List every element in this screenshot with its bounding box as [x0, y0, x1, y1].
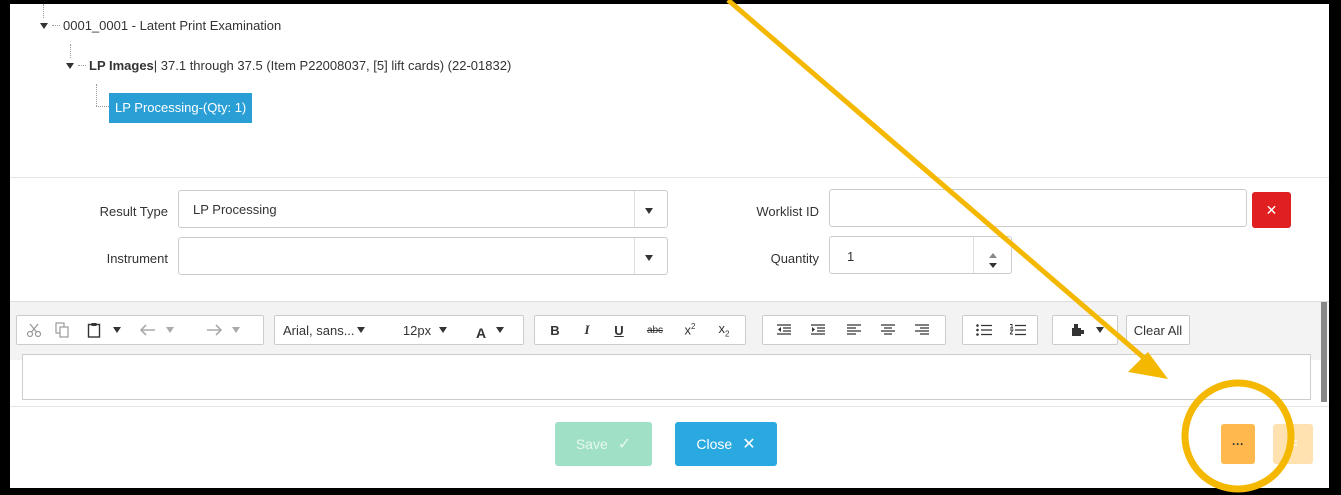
- align-right-icon[interactable]: [907, 316, 937, 344]
- clipboard-group: [16, 315, 264, 345]
- indent-icon[interactable]: [803, 316, 833, 344]
- scrollbar[interactable]: [1321, 302, 1327, 402]
- chevron-down-icon: [645, 208, 653, 214]
- quantity-label: Quantity: [770, 251, 819, 266]
- result-type-label: Result Type: [99, 204, 168, 219]
- tree-node-lp-images-detail: | 37.1 through 37.5 (Item P22008037, [5]…: [153, 58, 512, 73]
- quantity-value: 1: [847, 249, 855, 264]
- format-group: B I U abc x2 x2: [534, 315, 746, 345]
- numbered-list-icon[interactable]: [1003, 316, 1033, 344]
- collapse-arrow-icon[interactable]: [40, 22, 48, 29]
- result-type-value: LP Processing: [193, 202, 277, 217]
- result-type-select[interactable]: LP Processing: [178, 190, 668, 228]
- quantity-stepper[interactable]: 1: [829, 236, 1012, 274]
- close-button[interactable]: Close ✕: [675, 422, 777, 466]
- paste-icon: [87, 323, 101, 338]
- align-left-icon[interactable]: [839, 316, 869, 344]
- cut-icon[interactable]: [21, 316, 47, 344]
- insert-group: [1052, 315, 1118, 345]
- tree-node-lp-processing-selected[interactable]: LP Processing-(Qty: 1): [109, 93, 253, 123]
- underline-button[interactable]: U: [605, 316, 633, 344]
- bold-button[interactable]: B: [541, 316, 569, 344]
- notes-editor[interactable]: [22, 354, 1311, 400]
- worklist-id-label: Worklist ID: [756, 204, 819, 219]
- tree-node-root[interactable]: 0001_0001 - Latent Print Examination: [40, 18, 281, 33]
- italic-button[interactable]: I: [573, 316, 601, 344]
- superscript-icon: x2: [684, 322, 696, 338]
- undo-dropdown[interactable]: [135, 316, 179, 344]
- tree-node-lp-images[interactable]: LP Images | 37.1 through 37.5 (Item P220…: [66, 58, 511, 73]
- insert-dropdown[interactable]: [1059, 316, 1115, 344]
- collapse-arrow-icon[interactable]: [66, 62, 74, 69]
- result-tree: 0001_0001 - Latent Print Examination LP …: [10, 4, 1329, 176]
- align-center-icon[interactable]: [873, 316, 903, 344]
- close-icon: ✕: [742, 436, 756, 453]
- save-button[interactable]: Save ✓: [555, 422, 652, 466]
- instrument-label: Instrument: [106, 251, 168, 266]
- decrement-icon[interactable]: [989, 263, 997, 268]
- redo-icon: [207, 324, 222, 336]
- copy-icon[interactable]: [49, 316, 75, 344]
- editor-toolbar: Arial, sans... 12px A B I U abc x2 x2 Cl…: [10, 301, 1329, 360]
- paste-dropdown[interactable]: [79, 316, 129, 344]
- tree-node-root-label: 0001_0001 - Latent Print Examination: [63, 18, 282, 33]
- font-color-dropdown[interactable]: A: [465, 316, 515, 344]
- list-group: [962, 315, 1038, 345]
- increment-icon[interactable]: [989, 253, 997, 258]
- equals-icon: =: [1288, 435, 1298, 452]
- bulleted-list-icon[interactable]: [969, 316, 999, 344]
- font-family-dropdown[interactable]: Arial, sans...: [283, 316, 383, 344]
- dialog-frame: 0001_0001 - Latent Print Examination LP …: [10, 4, 1329, 488]
- redo-dropdown[interactable]: [201, 316, 245, 344]
- check-icon: ✓: [617, 436, 632, 453]
- worklist-id-input[interactable]: [829, 189, 1247, 227]
- font-group: Arial, sans... 12px A: [274, 315, 524, 345]
- secondary-options-button[interactable]: =: [1273, 424, 1313, 464]
- outdent-icon[interactable]: [769, 316, 799, 344]
- chevron-down-icon: [645, 255, 653, 261]
- alignment-group: [762, 315, 946, 345]
- undo-icon: [140, 324, 155, 336]
- clear-all-button[interactable]: Clear All: [1127, 316, 1189, 344]
- subscript-icon: x2: [718, 321, 730, 339]
- strikethrough-button[interactable]: abc: [639, 316, 671, 344]
- font-size-dropdown[interactable]: 12px: [393, 316, 457, 344]
- result-form: Result Type LP Processing Instrument Wor…: [10, 177, 1329, 303]
- font-color-icon: A: [475, 325, 487, 341]
- subscript-button[interactable]: x2: [709, 316, 739, 344]
- instrument-select[interactable]: [178, 237, 668, 275]
- close-icon: ✕: [1265, 201, 1278, 218]
- dialog-footer: Save ✓ Close ✕ ··· =: [10, 406, 1329, 488]
- superscript-button[interactable]: x2: [675, 316, 705, 344]
- more-options-button[interactable]: ···: [1221, 424, 1255, 464]
- puzzle-icon: [1072, 324, 1084, 336]
- ellipsis-icon: ···: [1232, 437, 1244, 451]
- remove-worklist-button[interactable]: ✕: [1252, 192, 1291, 228]
- clear-all-group: Clear All: [1126, 315, 1190, 345]
- tree-node-lp-images-title: LP Images: [89, 58, 154, 73]
